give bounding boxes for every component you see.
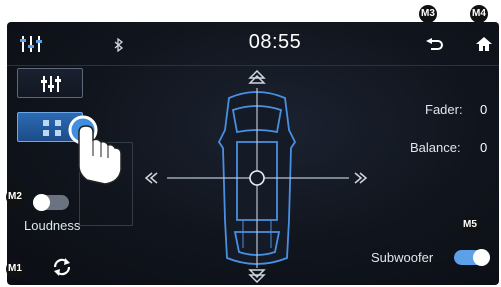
loudness-label: Loudness	[24, 218, 81, 233]
fader-label: Fader:	[425, 102, 463, 117]
hand-pointer-icon	[68, 115, 122, 185]
left-arrow-icon[interactable]	[144, 172, 158, 184]
equalizer-icon[interactable]	[19, 34, 43, 54]
back-icon[interactable]	[425, 38, 443, 52]
marker-m4: M4	[470, 5, 488, 23]
reset-icon[interactable]	[51, 256, 73, 278]
clock-time: 08:55	[248, 31, 302, 53]
top-bar: 08:55	[7, 22, 499, 66]
subwoofer-toggle[interactable]	[454, 249, 490, 266]
bluetooth-icon	[114, 38, 124, 52]
subwoofer-toggle-knob	[473, 249, 490, 266]
marker-m3: M3	[419, 5, 437, 23]
balance-position-knob[interactable]	[249, 170, 265, 186]
equalizer-icon	[41, 76, 61, 92]
up-arrow-icon[interactable]	[248, 70, 266, 84]
marker-m2: M2	[6, 188, 24, 206]
car-balance-diagram[interactable]	[137, 70, 377, 285]
audio-settings-screen: 08:55 Loudness Fader: 0 Balance: 0 Subwo…	[7, 22, 499, 285]
subwoofer-label: Subwoofer	[371, 250, 434, 265]
loudness-toggle[interactable]	[33, 194, 69, 211]
down-arrow-icon[interactable]	[248, 269, 266, 284]
equalizer-button[interactable]	[17, 68, 83, 98]
right-arrow-icon[interactable]	[354, 172, 368, 184]
fader-value: 0	[480, 102, 488, 117]
marker-m5: M5	[461, 216, 479, 234]
home-icon[interactable]	[475, 36, 493, 52]
sound-field-icon	[43, 120, 61, 136]
balance-label: Balance:	[410, 140, 461, 155]
marker-m1: M1	[6, 260, 24, 278]
loudness-toggle-knob	[33, 194, 50, 211]
balance-value: 0	[480, 140, 488, 155]
